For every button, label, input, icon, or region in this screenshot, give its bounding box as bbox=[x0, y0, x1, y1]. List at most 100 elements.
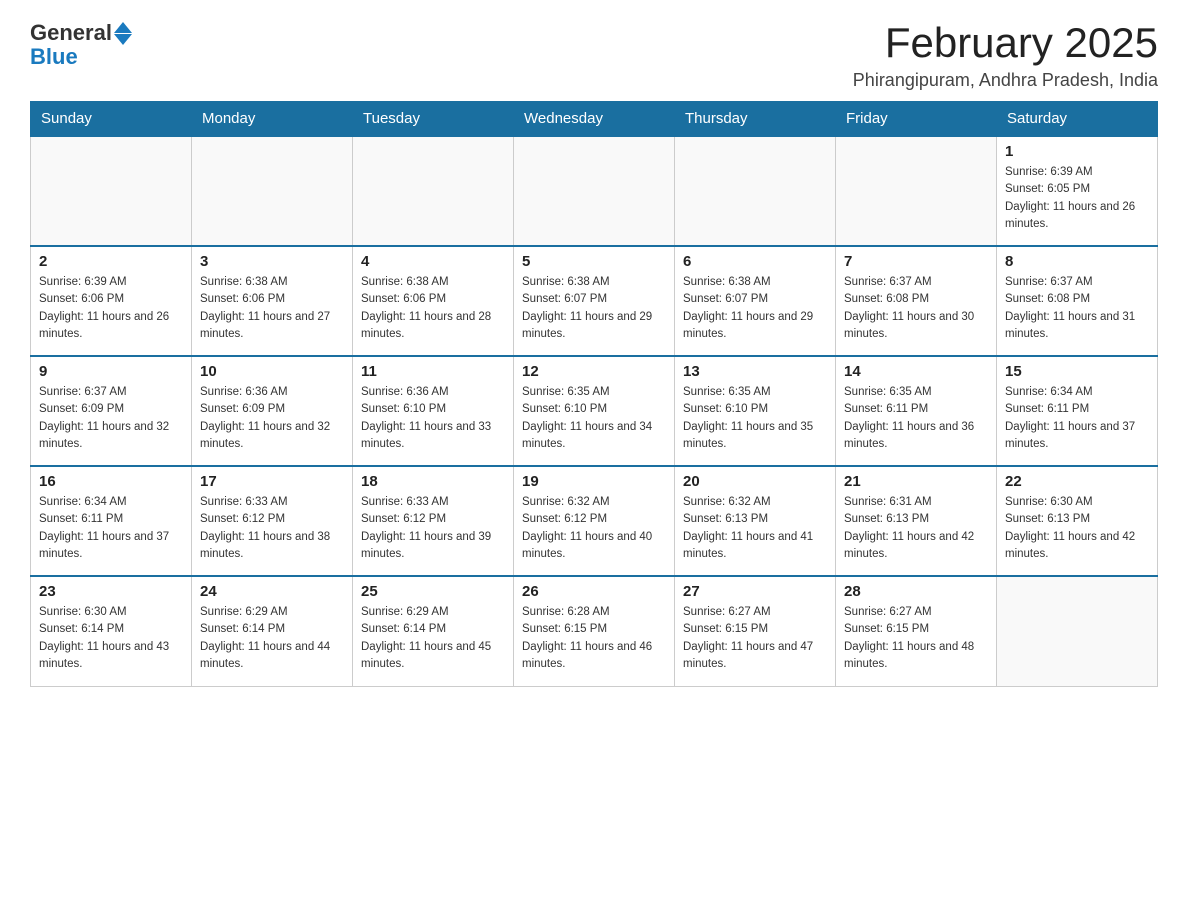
day-info: Sunrise: 6:36 AMSunset: 6:09 PMDaylight:… bbox=[200, 384, 344, 453]
day-number: 11 bbox=[361, 363, 505, 380]
day-info: Sunrise: 6:37 AMSunset: 6:09 PMDaylight:… bbox=[39, 384, 183, 453]
week-row-3: 9 Sunrise: 6:37 AMSunset: 6:09 PMDaylight… bbox=[31, 356, 1158, 466]
week-row-4: 16 Sunrise: 6:34 AMSunset: 6:11 PMDayligh… bbox=[31, 466, 1158, 576]
calendar-cell: 14 Sunrise: 6:35 AMSunset: 6:11 PMDayligh… bbox=[836, 356, 997, 466]
day-info: Sunrise: 6:36 AMSunset: 6:10 PMDaylight:… bbox=[361, 384, 505, 453]
calendar-cell: 7 Sunrise: 6:37 AMSunset: 6:08 PMDaylight… bbox=[836, 246, 997, 356]
day-info: Sunrise: 6:33 AMSunset: 6:12 PMDaylight:… bbox=[200, 494, 344, 563]
day-number: 4 bbox=[361, 253, 505, 270]
day-number: 19 bbox=[522, 473, 666, 490]
day-number: 9 bbox=[39, 363, 183, 380]
day-number: 10 bbox=[200, 363, 344, 380]
calendar-cell: 2 Sunrise: 6:39 AMSunset: 6:06 PMDaylight… bbox=[31, 246, 192, 356]
weekday-header-sunday: Sunday bbox=[31, 102, 192, 137]
day-info: Sunrise: 6:38 AMSunset: 6:06 PMDaylight:… bbox=[200, 274, 344, 343]
calendar-cell: 13Sunrise: 6:35 AMSunset: 6:10 PMDayligh… bbox=[675, 356, 836, 466]
day-info: Sunrise: 6:32 AMSunset: 6:13 PMDaylight:… bbox=[683, 494, 827, 563]
logo-blue: Blue bbox=[30, 44, 78, 69]
day-number: 24 bbox=[200, 583, 344, 600]
day-info: Sunrise: 6:28 AMSunset: 6:15 PMDaylight:… bbox=[522, 604, 666, 673]
page-header: General Blue February 2025 Phirangipuram… bbox=[30, 20, 1158, 91]
day-number: 22 bbox=[1005, 473, 1149, 490]
day-number: 8 bbox=[1005, 253, 1149, 270]
logo-triangle-down-icon bbox=[114, 34, 132, 45]
calendar-cell: 4 Sunrise: 6:38 AMSunset: 6:06 PMDaylight… bbox=[353, 246, 514, 356]
weekday-header-friday: Friday bbox=[836, 102, 997, 137]
calendar-cell: 10 Sunrise: 6:36 AMSunset: 6:09 PMDayligh… bbox=[192, 356, 353, 466]
calendar-cell: 12 Sunrise: 6:35 AMSunset: 6:10 PMDayligh… bbox=[514, 356, 675, 466]
day-info: Sunrise: 6:27 AMSunset: 6:15 PMDaylight:… bbox=[683, 604, 827, 673]
weekday-header-tuesday: Tuesday bbox=[353, 102, 514, 137]
day-info: Sunrise: 6:29 AMSunset: 6:14 PMDaylight:… bbox=[361, 604, 505, 673]
day-info: Sunrise: 6:34 AMSunset: 6:11 PMDaylight:… bbox=[39, 494, 183, 563]
calendar-cell bbox=[836, 136, 997, 246]
day-number: 2 bbox=[39, 253, 183, 270]
day-number: 6 bbox=[683, 253, 827, 270]
day-info: Sunrise: 6:30 AMSunset: 6:13 PMDaylight:… bbox=[1005, 494, 1149, 563]
logo: General Blue bbox=[30, 20, 132, 70]
weekday-header-monday: Monday bbox=[192, 102, 353, 137]
calendar-cell bbox=[353, 136, 514, 246]
weekday-header-row: SundayMondayTuesdayWednesdayThursdayFrid… bbox=[31, 102, 1158, 137]
day-number: 3 bbox=[200, 253, 344, 270]
calendar-title: February 2025 bbox=[853, 20, 1158, 66]
day-info: Sunrise: 6:38 AMSunset: 6:07 PMDaylight:… bbox=[683, 274, 827, 343]
day-info: Sunrise: 6:38 AMSunset: 6:06 PMDaylight:… bbox=[361, 274, 505, 343]
day-number: 14 bbox=[844, 363, 988, 380]
day-info: Sunrise: 6:32 AMSunset: 6:12 PMDaylight:… bbox=[522, 494, 666, 563]
calendar-cell: 15Sunrise: 6:34 AMSunset: 6:11 PMDayligh… bbox=[997, 356, 1158, 466]
calendar-cell: 5Sunrise: 6:38 AMSunset: 6:07 PMDaylight… bbox=[514, 246, 675, 356]
week-row-5: 23Sunrise: 6:30 AMSunset: 6:14 PMDayligh… bbox=[31, 576, 1158, 686]
day-info: Sunrise: 6:39 AMSunset: 6:06 PMDaylight:… bbox=[39, 274, 183, 343]
day-info: Sunrise: 6:35 AMSunset: 6:10 PMDaylight:… bbox=[522, 384, 666, 453]
week-row-2: 2 Sunrise: 6:39 AMSunset: 6:06 PMDaylight… bbox=[31, 246, 1158, 356]
day-info: Sunrise: 6:33 AMSunset: 6:12 PMDaylight:… bbox=[361, 494, 505, 563]
calendar-cell: 8 Sunrise: 6:37 AMSunset: 6:08 PMDaylight… bbox=[997, 246, 1158, 356]
day-info: Sunrise: 6:39 AMSunset: 6:05 PMDaylight:… bbox=[1005, 164, 1149, 233]
calendar-cell: 18 Sunrise: 6:33 AMSunset: 6:12 PMDayligh… bbox=[353, 466, 514, 576]
calendar-cell: 20 Sunrise: 6:32 AMSunset: 6:13 PMDayligh… bbox=[675, 466, 836, 576]
calendar-cell bbox=[675, 136, 836, 246]
calendar-subtitle: Phirangipuram, Andhra Pradesh, India bbox=[853, 70, 1158, 91]
day-number: 1 bbox=[1005, 143, 1149, 160]
calendar-cell: 21Sunrise: 6:31 AMSunset: 6:13 PMDayligh… bbox=[836, 466, 997, 576]
calendar-cell: 9 Sunrise: 6:37 AMSunset: 6:09 PMDaylight… bbox=[31, 356, 192, 466]
day-number: 23 bbox=[39, 583, 183, 600]
day-info: Sunrise: 6:27 AMSunset: 6:15 PMDaylight:… bbox=[844, 604, 988, 673]
calendar-cell: 22 Sunrise: 6:30 AMSunset: 6:13 PMDayligh… bbox=[997, 466, 1158, 576]
day-info: Sunrise: 6:31 AMSunset: 6:13 PMDaylight:… bbox=[844, 494, 988, 563]
day-number: 15 bbox=[1005, 363, 1149, 380]
calendar-cell bbox=[514, 136, 675, 246]
day-number: 20 bbox=[683, 473, 827, 490]
calendar-cell: 25Sunrise: 6:29 AMSunset: 6:14 PMDayligh… bbox=[353, 576, 514, 686]
day-info: Sunrise: 6:35 AMSunset: 6:11 PMDaylight:… bbox=[844, 384, 988, 453]
day-number: 28 bbox=[844, 583, 988, 600]
calendar-cell: 3 Sunrise: 6:38 AMSunset: 6:06 PMDaylight… bbox=[192, 246, 353, 356]
day-number: 17 bbox=[200, 473, 344, 490]
day-info: Sunrise: 6:37 AMSunset: 6:08 PMDaylight:… bbox=[844, 274, 988, 343]
day-number: 18 bbox=[361, 473, 505, 490]
calendar-cell: 27Sunrise: 6:27 AMSunset: 6:15 PMDayligh… bbox=[675, 576, 836, 686]
day-info: Sunrise: 6:29 AMSunset: 6:14 PMDaylight:… bbox=[200, 604, 344, 673]
calendar-cell: 16 Sunrise: 6:34 AMSunset: 6:11 PMDayligh… bbox=[31, 466, 192, 576]
day-info: Sunrise: 6:37 AMSunset: 6:08 PMDaylight:… bbox=[1005, 274, 1149, 343]
calendar-cell bbox=[192, 136, 353, 246]
logo-general: General bbox=[30, 20, 112, 46]
calendar-cell: 26 Sunrise: 6:28 AMSunset: 6:15 PMDayligh… bbox=[514, 576, 675, 686]
calendar-cell: 11 Sunrise: 6:36 AMSunset: 6:10 PMDayligh… bbox=[353, 356, 514, 466]
weekday-header-wednesday: Wednesday bbox=[514, 102, 675, 137]
calendar-cell bbox=[31, 136, 192, 246]
weekday-header-thursday: Thursday bbox=[675, 102, 836, 137]
day-number: 12 bbox=[522, 363, 666, 380]
calendar-cell: 23Sunrise: 6:30 AMSunset: 6:14 PMDayligh… bbox=[31, 576, 192, 686]
day-number: 26 bbox=[522, 583, 666, 600]
calendar-cell: 1 Sunrise: 6:39 AMSunset: 6:05 PMDaylight… bbox=[997, 136, 1158, 246]
logo-text-block: General Blue bbox=[30, 20, 132, 70]
day-number: 7 bbox=[844, 253, 988, 270]
calendar-cell bbox=[997, 576, 1158, 686]
calendar-cell: 19 Sunrise: 6:32 AMSunset: 6:12 PMDayligh… bbox=[514, 466, 675, 576]
day-number: 16 bbox=[39, 473, 183, 490]
title-block: February 2025 Phirangipuram, Andhra Prad… bbox=[853, 20, 1158, 91]
calendar-cell: 17 Sunrise: 6:33 AMSunset: 6:12 PMDayligh… bbox=[192, 466, 353, 576]
weekday-header-saturday: Saturday bbox=[997, 102, 1158, 137]
